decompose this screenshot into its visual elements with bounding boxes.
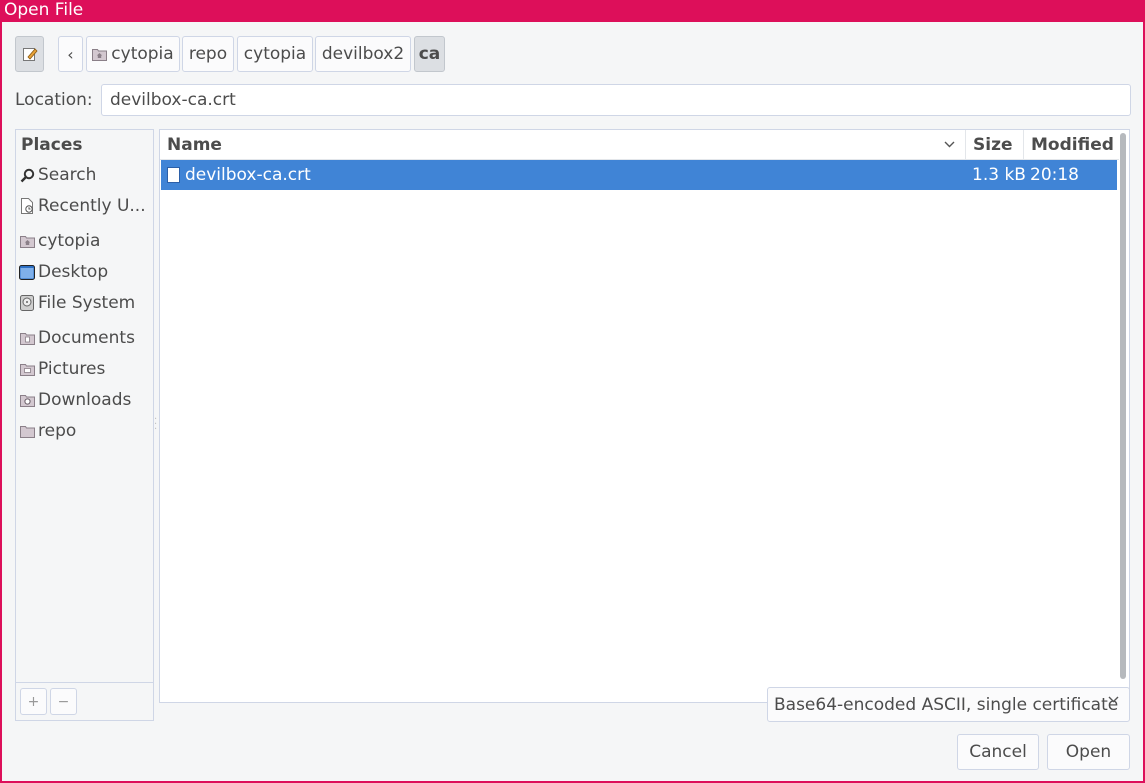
- sidebar-item-downloads[interactable]: Downloads: [19, 386, 151, 414]
- sidebar-item-label: Recently U...: [38, 196, 146, 216]
- minus-icon: −: [57, 693, 70, 710]
- file-name-cell: devilbox-ca.crt: [167, 160, 311, 190]
- chevron-down-icon: [1108, 696, 1119, 703]
- sidebar-item-repo[interactable]: repo: [19, 417, 151, 445]
- location-label: Location:: [15, 90, 93, 110]
- crumb-ca-current[interactable]: ca: [414, 36, 445, 72]
- column-header-size[interactable]: Size: [966, 130, 1024, 160]
- crumb-repo[interactable]: repo: [182, 36, 234, 72]
- edit-icon: [22, 48, 38, 61]
- sidebar-item-documents[interactable]: Documents: [19, 324, 151, 352]
- open-button[interactable]: Open: [1047, 734, 1130, 770]
- column-header-modified[interactable]: Modified: [1024, 130, 1119, 160]
- home-folder-icon: [92, 48, 108, 61]
- dialog-content: ‹ cytopia repo cytopia devilbox2 ca Loca…: [2, 22, 1143, 781]
- home-folder-icon: [19, 233, 35, 249]
- places-heading: Places: [21, 135, 83, 155]
- pane-resize-handle[interactable]: · · ·: [154, 415, 157, 435]
- location-input[interactable]: [101, 84, 1131, 116]
- file-list-scrollbar[interactable]: [1120, 133, 1126, 679]
- window-title: Open File: [4, 0, 84, 20]
- documents-folder-icon: [19, 330, 35, 346]
- crumb-label: repo: [188, 44, 228, 64]
- downloads-folder-icon: [19, 392, 35, 408]
- recent-icon: [19, 198, 35, 214]
- file-row-selected[interactable]: devilbox-ca.crt 1.3 kB 20:18: [161, 160, 1117, 190]
- column-header-label: Name: [167, 134, 222, 155]
- sidebar-item-file-system[interactable]: File System: [19, 289, 151, 317]
- sidebar-item-recent[interactable]: Recently U...: [19, 192, 151, 220]
- sort-chevron-down-icon: [944, 141, 955, 148]
- remove-bookmark-button[interactable]: −: [50, 688, 77, 715]
- sidebar-item-label: Desktop: [38, 262, 109, 282]
- sidebar-item-desktop[interactable]: Desktop: [19, 258, 151, 286]
- crumb-devilbox2[interactable]: devilbox2: [315, 36, 411, 72]
- add-bookmark-button[interactable]: +: [20, 688, 47, 715]
- plus-icon: +: [27, 693, 40, 710]
- search-icon: [19, 167, 35, 183]
- sidebar-item-pictures[interactable]: Pictures: [19, 355, 151, 383]
- sidebar-item-label: Search: [38, 165, 97, 185]
- cancel-button-label: Cancel: [969, 742, 1027, 762]
- crumb-cytopia-home[interactable]: cytopia: [86, 36, 180, 72]
- sidebar-footer: + −: [16, 682, 153, 720]
- file-name: devilbox-ca.crt: [185, 165, 311, 185]
- drive-icon: [19, 295, 35, 311]
- crumb-label: cytopia: [243, 44, 307, 64]
- window-titlebar[interactable]: Open File: [2, 0, 1145, 22]
- sidebar-item-label: cytopia: [38, 231, 101, 251]
- type-location-toggle-button[interactable]: [15, 36, 44, 72]
- sidebar-item-label: repo: [38, 421, 77, 441]
- column-header-label: Size: [973, 134, 1013, 155]
- folder-icon: [19, 423, 35, 439]
- sidebar-item-cytopia[interactable]: cytopia: [19, 227, 151, 255]
- file-icon: [167, 167, 180, 183]
- open-file-dialog: Open File ‹ cytopia repo cytopia devilbo…: [0, 0, 1145, 783]
- desktop-icon: [19, 264, 35, 280]
- path-back-button[interactable]: ‹: [58, 36, 83, 72]
- places-sidebar: Places Search Recently U... cytopia Desk…: [15, 129, 154, 721]
- column-header-label: Modified: [1031, 134, 1114, 155]
- sidebar-item-search[interactable]: Search: [19, 161, 151, 189]
- sidebar-item-label: File System: [38, 293, 136, 313]
- sidebar-item-label: Downloads: [38, 390, 132, 410]
- sidebar-item-label: Pictures: [38, 359, 106, 379]
- column-header-name[interactable]: Name: [160, 130, 966, 160]
- crumb-label: cytopia: [111, 44, 174, 64]
- crumb-label: devilbox2: [321, 44, 405, 64]
- file-type-filter-value: Base64-encoded ASCII, single certificate: [774, 694, 1119, 715]
- crumb-label: ca: [418, 44, 441, 64]
- file-modified: 20:18: [1030, 165, 1079, 185]
- pictures-folder-icon: [19, 361, 35, 377]
- sidebar-item-label: Documents: [38, 328, 135, 348]
- cancel-button[interactable]: Cancel: [957, 734, 1039, 770]
- chevron-left-icon: ‹: [67, 44, 74, 64]
- open-button-label: Open: [1065, 742, 1112, 762]
- file-type-filter-select[interactable]: Base64-encoded ASCII, single certificate: [767, 687, 1130, 722]
- file-list: Name Size Modified devilbox-ca.crt 1.3 k…: [159, 129, 1130, 703]
- crumb-cytopia[interactable]: cytopia: [237, 36, 313, 72]
- file-size: 1.3 kB: [972, 165, 1026, 185]
